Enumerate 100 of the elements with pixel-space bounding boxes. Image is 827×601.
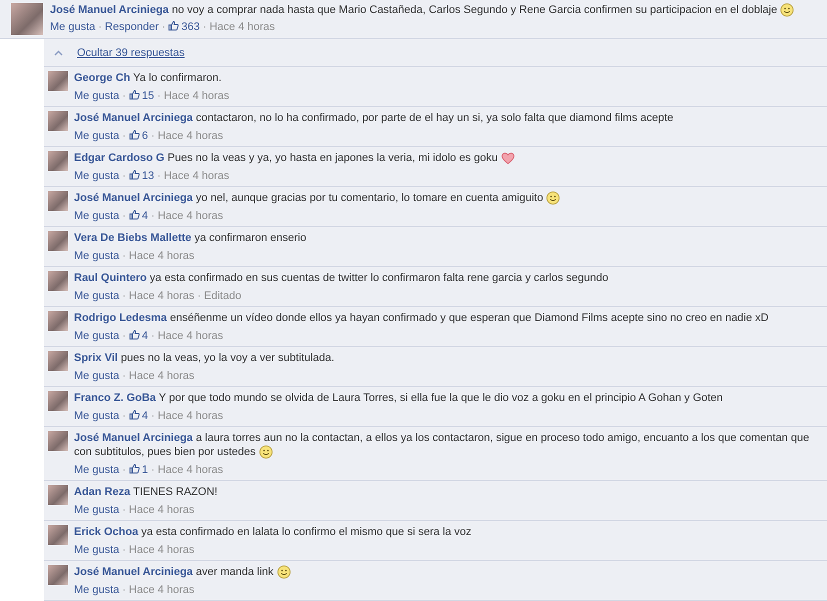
separator: · xyxy=(122,409,126,423)
author-link[interactable]: Adan Reza xyxy=(74,486,130,498)
separator: · xyxy=(122,463,126,477)
like-link[interactable]: Me gusta xyxy=(74,289,120,303)
reply-link[interactable]: Responder xyxy=(104,20,159,34)
separator: · xyxy=(122,249,126,263)
thumbs-up-icon xyxy=(128,169,140,180)
author-link[interactable]: Sprix Vil xyxy=(74,352,118,364)
smiley-icon xyxy=(258,445,273,459)
separator: · xyxy=(122,289,126,303)
like-link[interactable]: Me gusta xyxy=(74,169,120,183)
like-link[interactable]: Me gusta xyxy=(74,583,120,597)
avatar-photo-placeholder xyxy=(48,231,68,251)
separator: · xyxy=(122,129,126,143)
smiley-icon xyxy=(546,191,560,205)
avatar-photo-placeholder xyxy=(48,191,68,211)
timestamp: Hace 4 horas xyxy=(128,289,194,303)
author-link[interactable]: José Manuel Arciniega xyxy=(50,4,169,16)
hide-replies-link[interactable]: Ocultar 39 respuestas xyxy=(77,46,185,58)
separator: · xyxy=(122,503,126,517)
like-count[interactable]: 15 xyxy=(128,89,154,103)
avatar-photo-placeholder xyxy=(48,111,68,131)
avatar-photo-placeholder xyxy=(48,271,68,291)
timestamp: Hace 4 horas xyxy=(158,463,224,477)
separator: · xyxy=(151,329,155,343)
separator: · xyxy=(122,169,126,183)
avatar-photo-placeholder xyxy=(48,525,68,545)
author-link[interactable]: Franco Z. GoBa xyxy=(74,392,156,404)
like-link[interactable]: Me gusta xyxy=(74,369,120,383)
timestamp: Hace 4 horas xyxy=(128,369,194,383)
separator: · xyxy=(122,369,126,383)
avatar-photo-placeholder xyxy=(48,565,68,585)
like-link[interactable]: Me gusta xyxy=(74,249,120,263)
timestamp: Hace 4 horas xyxy=(158,129,224,143)
comment-text: Vera De Biebs Mallette ya confirmaron enserio xyxy=(74,231,308,245)
avatar-photo-placeholder xyxy=(48,391,68,411)
separator: · xyxy=(98,20,102,34)
thumbs-up-icon xyxy=(128,409,140,420)
separator: · xyxy=(157,89,161,103)
timestamp: Hace 4 horas xyxy=(158,409,224,423)
separator: · xyxy=(162,20,166,34)
timestamp: Hace 4 horas xyxy=(128,583,194,597)
like-link[interactable]: Me gusta xyxy=(74,209,120,223)
separator: · xyxy=(122,583,126,597)
author-link[interactable]: Rodrigo Ledesma xyxy=(74,312,167,324)
separator: · xyxy=(151,409,155,423)
thumbs-up-icon xyxy=(128,89,140,100)
author-link[interactable]: Edgar Cardoso G xyxy=(74,152,164,164)
like-count[interactable]: 4 xyxy=(128,409,148,423)
comment-text: José Manuel Arciniega a laura torres aun no la contactan, a ellos ya los contactaron, sigue en proceso todo amigo, encuanto a los que comentan que con subtitulos, pues bien por ustedes xyxy=(74,431,810,459)
timestamp: Hace 4 horas xyxy=(164,89,230,103)
separator: · xyxy=(157,169,161,183)
like-link[interactable]: Me gusta xyxy=(74,329,120,343)
author-link[interactable]: José Manuel Arciniega xyxy=(74,192,193,204)
comment-text: Sprix Vil pues no la veas, yo la voy a ver subtitulada. xyxy=(74,351,336,365)
like-link[interactable]: Me gusta xyxy=(50,20,96,34)
like-link[interactable]: Me gusta xyxy=(74,129,120,143)
author-link[interactable]: José Manuel Arciniega xyxy=(74,566,193,578)
timestamp: Hace 4 horas xyxy=(128,249,194,263)
like-count[interactable]: 13 xyxy=(128,169,154,183)
timestamp: Hace 4 horas xyxy=(158,209,224,223)
separator: · xyxy=(202,20,206,34)
like-link[interactable]: Me gusta xyxy=(74,543,120,557)
like-link[interactable]: Me gusta xyxy=(74,409,120,423)
author-link[interactable]: Erick Ochoa xyxy=(74,526,138,538)
thumbs-up-icon xyxy=(128,329,140,340)
edited-label: Editado xyxy=(204,289,242,303)
author-link[interactable]: José Manuel Arciniega xyxy=(74,112,193,124)
separator: · xyxy=(122,89,126,103)
author-link[interactable]: George Ch xyxy=(74,72,130,84)
like-link[interactable]: Me gusta xyxy=(74,463,120,477)
author-link[interactable]: José Manuel Arciniega xyxy=(74,432,193,444)
comment-text: José Manuel Arciniega no voy a comprar nada hasta que Mario Castañeda, Carlos Segundo y Rene Garcia confirmen su participacion en el doblaje xyxy=(50,3,819,17)
separator: · xyxy=(122,543,126,557)
timestamp: Hace 4 horas xyxy=(209,20,275,34)
comment-text: Adan Reza TIENES RAZON! xyxy=(74,485,218,499)
like-count[interactable]: 1 xyxy=(128,463,148,477)
like-count[interactable]: 4 xyxy=(128,209,148,223)
author-link[interactable]: Vera De Biebs Mallette xyxy=(74,232,192,244)
avatar-photo-placeholder xyxy=(48,311,68,331)
avatar-photo-placeholder xyxy=(48,431,68,451)
timestamp: Hace 4 horas xyxy=(128,543,194,557)
heart-icon xyxy=(500,151,515,165)
caret-up-icon[interactable] xyxy=(54,50,63,56)
comment-text: José Manuel Arciniega contactaron, no lo ha confirmado, por parte de el hay un si, ya solo falta que diamond films acepte xyxy=(74,111,674,125)
avatar-photo-placeholder xyxy=(48,71,68,91)
like-count[interactable]: 6 xyxy=(128,129,148,143)
timestamp: Hace 4 horas xyxy=(164,169,230,183)
smiley-icon xyxy=(276,565,291,579)
thumbs-up-icon xyxy=(128,463,140,474)
smiley-icon xyxy=(780,3,794,17)
comment-text: George Ch Ya lo confirmaron. xyxy=(74,71,223,85)
separator: · xyxy=(122,329,126,343)
author-link[interactable]: Raul Quintero xyxy=(74,272,147,284)
like-link[interactable]: Me gusta xyxy=(74,89,120,103)
avatar-photo-placeholder xyxy=(48,351,68,371)
like-link[interactable]: Me gusta xyxy=(74,503,120,517)
like-count[interactable]: 363 xyxy=(168,20,200,34)
like-count[interactable]: 4 xyxy=(128,329,148,343)
comment-text: Rodrigo Ledesma enséñenme un vídeo donde ellos ya hayan confirmado y que esperan que Diamond Films acepte sino no creo en nadie xD xyxy=(74,311,770,325)
